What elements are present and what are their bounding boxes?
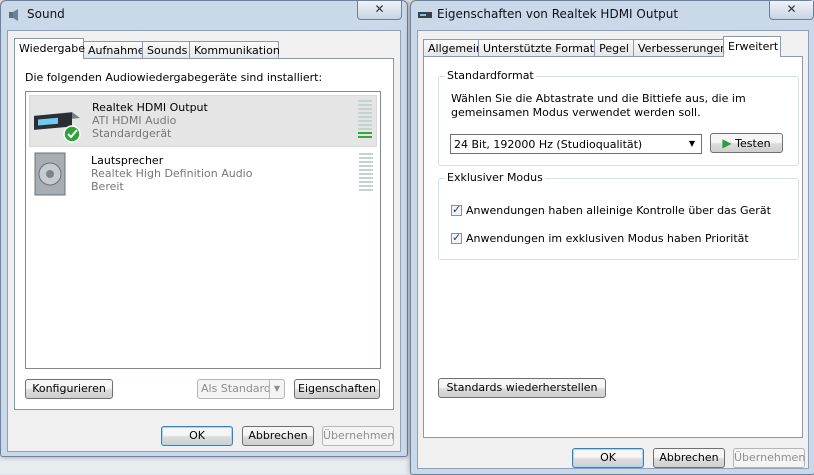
- window-title: Sound: [27, 7, 65, 21]
- group-label: Standardformat: [445, 69, 536, 82]
- ok-button[interactable]: OK: [161, 426, 233, 446]
- close-button[interactable]: ✕: [769, 1, 814, 20]
- device-description: Realtek High Definition Audio: [91, 167, 253, 180]
- close-button[interactable]: ✕: [357, 1, 402, 20]
- properties-client: Allgemein Unterstützte Formate Pegel Ver…: [417, 30, 809, 469]
- cancel-button[interactable]: Abbrechen: [242, 426, 314, 446]
- group-label: Exklusiver Modus: [445, 171, 545, 184]
- playback-panel: Die folgenden Audiowiedergabegeräte sind…: [14, 58, 394, 410]
- ok-button[interactable]: OK: [572, 448, 644, 468]
- speaker-device-icon: [34, 152, 66, 196]
- exclusive-mode-group: Exklusiver Modus Anwendungen haben allei…: [438, 171, 799, 260]
- properties-titlebar[interactable]: Eigenschaften von Realtek HDMI Output ✕: [411, 1, 814, 29]
- properties-button[interactable]: Eigenschaften: [294, 379, 380, 399]
- sound-titlebar[interactable]: Sound ✕: [1, 1, 407, 29]
- exclusive-control-option[interactable]: Anwendungen haben alleinige Kontrolle üb…: [451, 203, 781, 218]
- apply-button[interactable]: Übernehmen: [733, 448, 805, 468]
- device-status: Standardgerät: [92, 127, 172, 140]
- tab-aufnahme[interactable]: Aufnahme: [83, 41, 145, 58]
- cancel-button[interactable]: Abbrechen: [653, 448, 725, 468]
- set-default-label: Als Standard: [201, 382, 271, 395]
- exclusive-priority-option[interactable]: Anwendungen im exklusiven Modus haben Pr…: [451, 231, 781, 246]
- chevron-down-icon: ▼: [269, 380, 284, 398]
- tab-pegel[interactable]: Pegel: [594, 39, 634, 56]
- level-meter: [358, 100, 372, 140]
- format-description: Wählen Sie die Abtastrate und die Bittie…: [451, 92, 746, 119]
- configure-button[interactable]: Konfigurieren: [25, 379, 113, 399]
- speaker-icon: [9, 9, 18, 21]
- tab-kommunikation[interactable]: Kommunikation: [189, 41, 280, 58]
- close-icon: ✕: [374, 2, 385, 16]
- exclusive-control-label: Anwendungen haben alleinige Kontrolle üb…: [466, 204, 771, 217]
- close-icon: ✕: [786, 2, 797, 16]
- default-format-group: Standardformat Wählen Sie die Abtastrate…: [438, 69, 799, 166]
- format-select[interactable]: 24 Bit, 192000 Hz (Studioqualität) ▼: [450, 134, 702, 154]
- hdmi-device-icon: [34, 112, 81, 143]
- tab-wiedergabe[interactable]: Wiedergabe: [14, 38, 85, 59]
- chevron-down-icon: ▼: [688, 139, 696, 148]
- test-label: Testen: [735, 137, 771, 150]
- device-status: Bereit: [91, 180, 124, 193]
- tab-erweitert[interactable]: Erweitert: [723, 36, 781, 57]
- sound-client: Wiedergabe Aufnahme Sounds Kommunikation…: [7, 30, 401, 452]
- test-button[interactable]: ▶ Testen: [710, 133, 783, 153]
- advanced-panel: Standardformat Wählen Sie die Abtastrate…: [423, 56, 803, 438]
- device-speakers[interactable]: Lautsprecher Realtek High Definition Aud…: [29, 149, 377, 201]
- hdmi-icon: [418, 12, 432, 18]
- device-name: Lautsprecher: [91, 154, 164, 167]
- sound-window: Sound ✕ Wiedergabe Aufnahme Sounds Kommu…: [0, 0, 408, 457]
- exclusive-priority-checkbox[interactable]: [451, 231, 462, 244]
- sound-tabs: Wiedergabe Aufnahme Sounds Kommunikation: [14, 38, 394, 59]
- format-selected-value: 24 Bit, 192000 Hz (Studioqualität): [454, 138, 643, 151]
- properties-window: Eigenschaften von Realtek HDMI Output ✕ …: [410, 0, 814, 475]
- restore-defaults-button[interactable]: Standards wiederherstellen: [438, 378, 606, 398]
- tab-verbesserungen[interactable]: Verbesserungen: [633, 39, 727, 56]
- set-default-button[interactable]: Als Standard ▼: [197, 379, 285, 399]
- play-icon: ▶: [722, 136, 732, 150]
- device-description: ATI HDMI Audio: [92, 114, 177, 127]
- exclusive-priority-label: Anwendungen im exklusiven Modus haben Pr…: [466, 232, 749, 245]
- device-name: Realtek HDMI Output: [92, 101, 208, 114]
- window-title: Eigenschaften von Realtek HDMI Output: [437, 7, 679, 21]
- tab-allgemein[interactable]: Allgemein: [423, 39, 483, 56]
- device-hdmi[interactable]: Realtek HDMI Output ATI HDMI Audio Stand…: [29, 95, 377, 147]
- exclusive-control-checkbox[interactable]: [451, 203, 462, 216]
- tab-sounds[interactable]: Sounds: [142, 41, 190, 58]
- apply-button[interactable]: Übernehmen: [322, 426, 394, 446]
- properties-tabs: Allgemein Unterstützte Formate Pegel Ver…: [423, 36, 803, 57]
- level-meter: [359, 153, 373, 193]
- tab-unterstuetzte-formate[interactable]: Unterstützte Formate: [478, 39, 601, 56]
- instruction-text: Die folgenden Audiowiedergabegeräte sind…: [25, 71, 323, 84]
- device-list: Realtek HDMI Output ATI HDMI Audio Stand…: [25, 91, 381, 369]
